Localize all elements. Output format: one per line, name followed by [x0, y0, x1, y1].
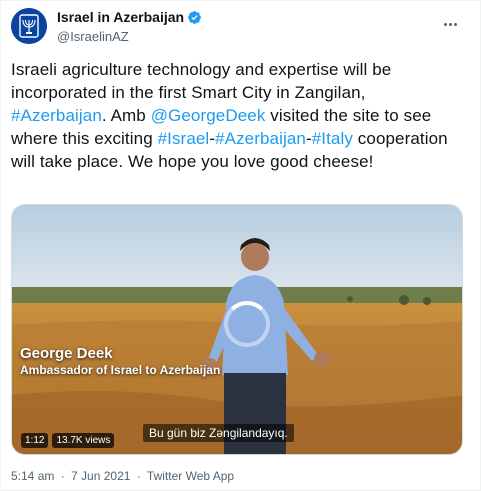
video-views: 13.7K views: [52, 433, 115, 448]
author-block[interactable]: Israel in Azerbaijan @IsraelinAZ: [57, 9, 202, 45]
mention-georgedeek[interactable]: @GeorgeDeek: [151, 106, 266, 125]
loading-spinner-icon: [224, 301, 270, 347]
handle[interactable]: @IsraelinAZ: [57, 28, 202, 45]
hashtag-israel[interactable]: #Israel: [158, 129, 210, 148]
meta-separator: ·: [136, 469, 141, 483]
hashtag-azerbaijan-2[interactable]: #Azerbaijan: [215, 129, 306, 148]
tweet-time[interactable]: 5:14 am: [11, 469, 54, 483]
video-caption-name: George Deek: [20, 345, 113, 362]
video-player[interactable]: George Deek Ambassador of Israel to Azer…: [11, 204, 463, 455]
tweet-text: Israeli agriculture technology and exper…: [11, 58, 466, 173]
display-name[interactable]: Israel in Azerbaijan: [57, 9, 202, 26]
meta-separator: ·: [60, 469, 65, 483]
video-caption-role: Ambassador of Israel to Azerbaijan: [20, 363, 221, 377]
tweet-text-segment: Israeli agriculture technology and exper…: [11, 60, 392, 102]
video-subtitle: Bu gün biz Zəngilandayıq.: [143, 424, 294, 442]
tweet-text-segment: . Amb: [101, 106, 151, 125]
hashtag-azerbaijan[interactable]: #Azerbaijan: [11, 106, 102, 125]
avatar[interactable]: [11, 8, 47, 44]
hashtag-italy[interactable]: #Italy: [312, 129, 353, 148]
video-info-chips: 1:12 13.7K views: [21, 433, 115, 448]
display-name-text[interactable]: Israel in Azerbaijan: [57, 9, 184, 26]
video-duration: 1:12: [21, 433, 49, 448]
tweet-source[interactable]: Twitter Web App: [147, 469, 234, 483]
more-options-icon[interactable]: [444, 13, 464, 26]
tweet-card[interactable]: Israel in Azerbaijan @IsraelinAZ Israeli…: [0, 0, 481, 491]
tweet-date[interactable]: 7 Jun 2021: [71, 469, 130, 483]
verified-badge-icon: [188, 11, 201, 24]
menorah-emblem-icon: [11, 8, 47, 44]
tweet-meta: 5:14 am · 7 Jun 2021 · Twitter Web App: [11, 469, 237, 483]
